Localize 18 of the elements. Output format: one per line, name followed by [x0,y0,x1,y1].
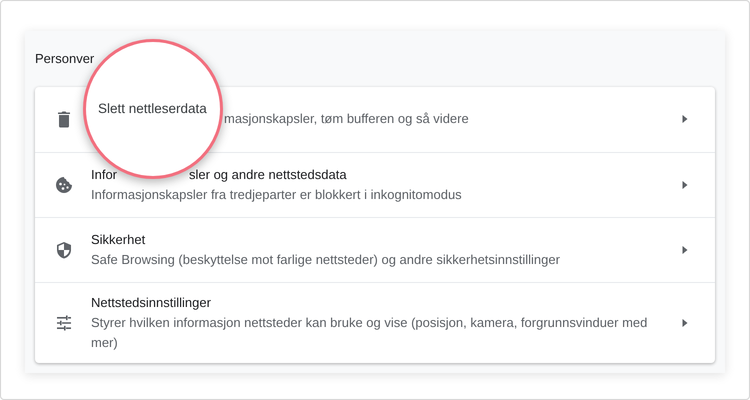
section-heading: Personver [35,50,94,68]
arrow-right-icon[interactable] [681,318,689,328]
row-description: Styrer hvilken informasjon nettsteder kan bruke og vise (posisjon, kamera, forgrunnsvinduer med mer) [91,314,648,352]
row-title: sler og andre nettstedsdata [189,166,347,184]
row-description: Safe Browsing (beskyttelse mot farlige nettsteder) og andre sikkerhetsinnstillinger [91,250,560,269]
row-title: Sikkerhet [91,230,146,248]
arrow-right-icon[interactable] [681,180,689,190]
arrow-right-icon[interactable] [681,114,689,124]
row-description: Informasjonskapsler fra tredjeparter er blokkert i inkognitomodus [91,186,462,204]
row-title: Nettstedsinnstillinger [91,294,211,312]
arrow-right-icon[interactable] [681,244,689,254]
row-title: Infor [91,166,118,184]
magnified-text: Slett nettleserdata [98,100,207,118]
row-description: masjonskapsler, tøm bufferen og så videre [224,110,469,128]
sliders-icon [55,314,73,332]
trash-icon [55,110,73,128]
cookie-icon [55,176,73,194]
shield-icon [55,240,73,258]
